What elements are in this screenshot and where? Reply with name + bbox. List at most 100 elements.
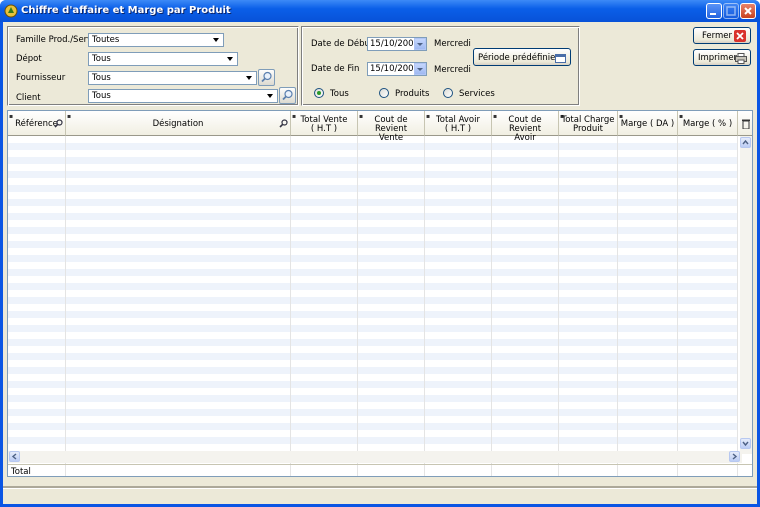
table-row[interactable] <box>8 325 738 332</box>
column-divider <box>737 136 738 476</box>
status-bar <box>3 486 757 504</box>
column-search-icon[interactable] <box>279 119 288 128</box>
title-bar[interactable]: Chiffre d'affaire et Marge par Produit <box>0 0 760 22</box>
column-header-label: Marge ( DA ) <box>618 120 677 129</box>
date-debut-day: Mercredi <box>434 39 471 49</box>
imprimer-button[interactable]: Imprimer <box>693 49 751 66</box>
famille-combo[interactable]: Toutes <box>88 33 224 47</box>
table-row[interactable] <box>8 227 738 234</box>
fermer-button[interactable]: Fermer <box>693 27 751 44</box>
column-header-line2: Produit <box>573 124 603 134</box>
date-debut-picker[interactable]: 15/10/2008 <box>367 37 427 51</box>
vertical-scrollbar[interactable] <box>740 136 752 454</box>
client-search-button[interactable] <box>279 87 296 104</box>
column-divider <box>357 136 358 476</box>
table-row[interactable] <box>8 423 738 430</box>
calendar-icon <box>555 54 566 63</box>
table-row[interactable] <box>8 395 738 402</box>
column-header-line2: Vente <box>378 133 404 143</box>
scroll-down-button[interactable] <box>740 438 751 449</box>
maximize-icon <box>726 6 736 16</box>
column-header-line1: Marge ( DA ) <box>620 119 675 129</box>
column-header-1[interactable]: ▪ Désignation <box>66 111 291 136</box>
column-header-8[interactable]: ▪ Marge ( % ) <box>678 111 738 136</box>
horizontal-scrollbar[interactable] <box>8 451 742 463</box>
column-header-label: Total Avoir( H.T ) <box>425 116 491 134</box>
scroll-up-button[interactable] <box>740 137 751 148</box>
column-header-line1: Désignation <box>152 119 204 129</box>
table-row[interactable] <box>8 157 738 164</box>
column-header-2[interactable]: ▪ Total Vente( H.T ) <box>291 111 358 136</box>
window-title: Chiffre d'affaire et Marge par Produit <box>21 5 231 16</box>
table-row[interactable] <box>8 241 738 248</box>
table-row[interactable] <box>8 297 738 304</box>
table-row[interactable] <box>8 269 738 276</box>
column-header-label: Cout de Revient Avoir <box>492 116 558 143</box>
table-row[interactable] <box>8 381 738 388</box>
column-header-7[interactable]: ▪ Marge ( DA ) <box>618 111 678 136</box>
table-row[interactable] <box>8 283 738 290</box>
column-header-3[interactable]: ▪ Cout de Revient Vente <box>358 111 425 143</box>
date-fin-picker[interactable]: 15/10/2008 <box>367 62 427 76</box>
column-header-0[interactable]: ▪ Référence <box>8 111 66 136</box>
filters-panel: Famille Prod./Serv. Toutes Dépot Tous Fo… <box>7 26 299 106</box>
radio-produits[interactable] <box>379 88 389 98</box>
maximize-button[interactable] <box>723 3 739 19</box>
table-row[interactable] <box>8 409 738 416</box>
table-row[interactable] <box>8 367 738 374</box>
data-grid[interactable]: ▪ Référence ▪ Désignation ▪ Total Vente( H.T … <box>7 110 753 477</box>
scroll-left-button[interactable] <box>9 451 20 462</box>
calendar-dropdown-icon[interactable] <box>414 63 426 75</box>
table-row[interactable] <box>8 199 738 206</box>
scroll-right-button[interactable] <box>729 451 740 462</box>
fournisseur-combo[interactable]: Tous <box>88 71 257 85</box>
table-row[interactable] <box>8 437 738 444</box>
table-row[interactable] <box>8 339 738 346</box>
minimize-icon <box>710 13 716 15</box>
table-row[interactable] <box>8 213 738 220</box>
period-panel: Date de Début 15/10/2008 Mercredi Date d… <box>301 26 580 106</box>
date-debut-value: 15/10/2008 <box>370 39 419 49</box>
total-cell-divider <box>558 465 559 476</box>
close-window-button[interactable] <box>740 3 756 19</box>
radio-tous[interactable] <box>314 88 324 98</box>
radio-produits-label[interactable]: Produits <box>395 89 429 99</box>
column-header-4[interactable]: ▪ Total Avoir( H.T ) <box>425 111 492 136</box>
table-row[interactable] <box>8 185 738 192</box>
predefined-period-button[interactable]: Période prédéfinie <box>473 48 571 66</box>
radio-services[interactable] <box>443 88 453 98</box>
trash-icon <box>742 119 750 129</box>
chevron-down-icon[interactable] <box>264 90 277 102</box>
predefined-period-label: Période prédéfinie <box>478 53 556 63</box>
column-header-6[interactable]: ▪ Total Charge Produit <box>559 111 618 136</box>
column-header-label: Désignation <box>66 120 290 129</box>
table-row[interactable] <box>8 255 738 262</box>
column-search-icon[interactable] <box>54 119 63 128</box>
chevron-down-icon[interactable] <box>210 34 223 46</box>
column-header-line1: Cout de Revient <box>508 115 542 134</box>
search-icon <box>261 71 272 83</box>
chevron-down-icon[interactable] <box>243 72 256 84</box>
chevron-down-icon[interactable] <box>224 53 237 65</box>
column-divider <box>491 136 492 476</box>
fournisseur-search-button[interactable] <box>258 69 275 86</box>
column-chooser-header[interactable] <box>738 111 752 136</box>
client-combo[interactable]: Tous <box>88 89 278 103</box>
total-cell-divider <box>677 465 678 476</box>
radio-tous-label[interactable]: Tous <box>330 89 349 99</box>
table-row[interactable] <box>8 353 738 360</box>
total-label: Total <box>11 467 31 477</box>
depot-combo[interactable]: Tous <box>88 52 238 66</box>
total-cell-divider <box>617 465 618 476</box>
column-divider <box>677 136 678 476</box>
table-row[interactable] <box>8 311 738 318</box>
search-icon <box>282 89 293 101</box>
minimize-button[interactable] <box>706 3 722 19</box>
column-header-5[interactable]: ▪ Cout de Revient Avoir <box>492 111 559 143</box>
calendar-dropdown-icon[interactable] <box>414 38 426 50</box>
table-row[interactable] <box>8 171 738 178</box>
column-divider <box>65 136 66 476</box>
table-row[interactable] <box>8 143 738 150</box>
client-value: Tous <box>92 91 111 101</box>
radio-services-label[interactable]: Services <box>459 89 495 99</box>
